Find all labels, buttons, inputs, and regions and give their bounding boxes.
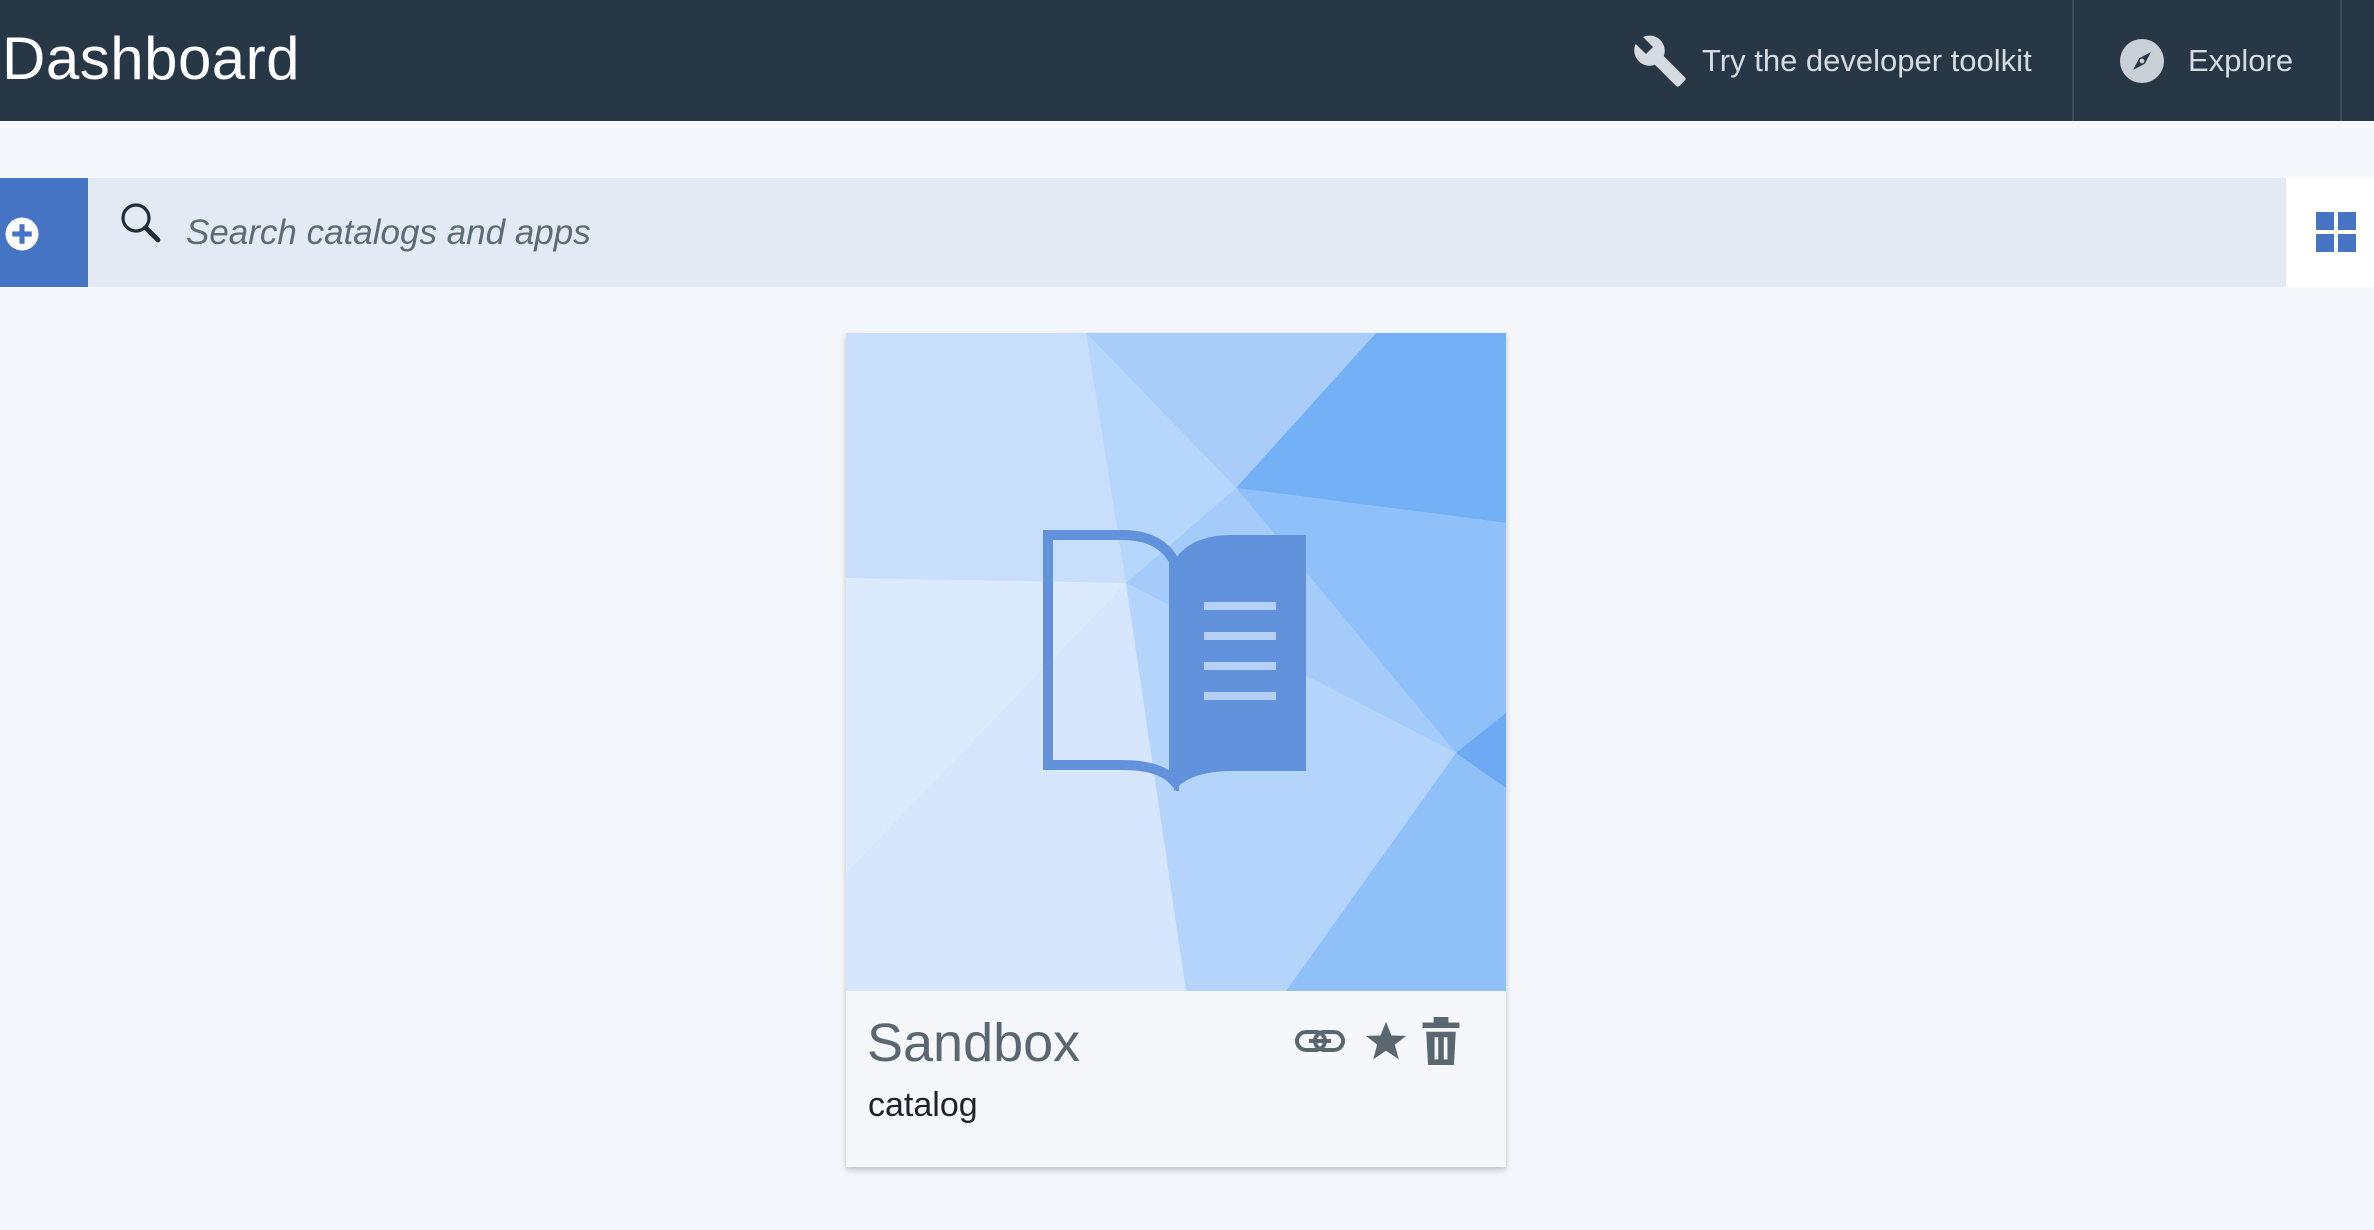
page-title: Dashboard xyxy=(2,25,301,92)
developer-toolkit-link[interactable]: Try the developer toolkit xyxy=(1632,0,2072,121)
add-button[interactable] xyxy=(0,178,88,287)
explore-link[interactable]: Explore xyxy=(2074,0,2340,121)
grid-view-icon xyxy=(2316,212,2356,252)
star-icon[interactable] xyxy=(1364,1017,1408,1065)
developer-toolkit-label: Try the developer toolkit xyxy=(1702,42,2032,78)
compass-icon xyxy=(2120,38,2164,83)
search-input[interactable] xyxy=(186,178,2246,287)
explore-label: Explore xyxy=(2188,42,2294,78)
link-icon[interactable] xyxy=(1294,1017,1346,1065)
catalog-card[interactable]: Sandbox catalog xyxy=(846,333,1506,1167)
trash-icon[interactable] xyxy=(1422,1017,1460,1065)
plus-circle-icon xyxy=(5,217,39,251)
card-image xyxy=(846,333,1506,991)
wrench-icon xyxy=(1634,35,1686,87)
open-book-icon xyxy=(1043,530,1306,791)
search-bar xyxy=(88,178,2286,287)
grid-view-toggle[interactable] xyxy=(2286,178,2374,287)
search-icon xyxy=(121,203,161,243)
top-header: Dashboard Try the developer toolkit Expl… xyxy=(0,0,2374,121)
card-type: catalog xyxy=(868,1086,978,1124)
card-title: Sandbox xyxy=(867,1013,1081,1073)
header-divider-right xyxy=(2340,0,2342,121)
